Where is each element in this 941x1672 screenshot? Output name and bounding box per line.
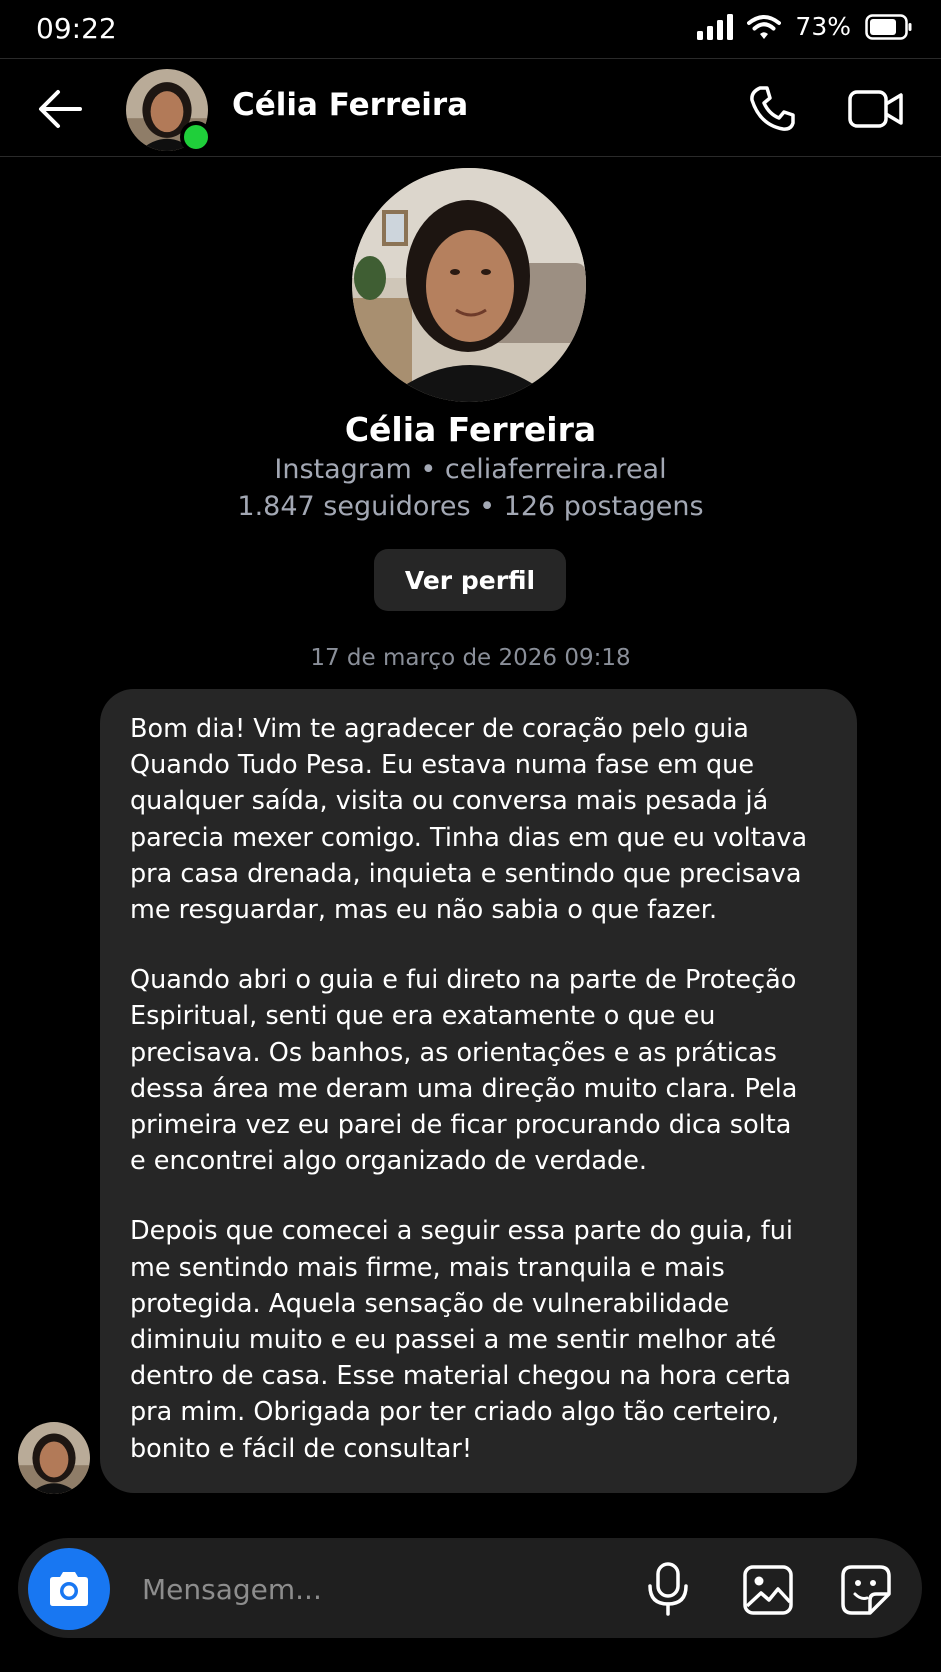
back-button[interactable]	[36, 87, 84, 131]
sender-avatar[interactable]	[18, 1422, 90, 1494]
message-timestamp: 17 de março de 2026 09:18	[310, 645, 631, 671]
sticker-button[interactable]	[840, 1564, 892, 1616]
video-camera-icon	[848, 86, 904, 132]
message-paragraph: Depois que comecei a seguir essa parte d…	[130, 1216, 793, 1464]
battery-icon	[865, 13, 913, 40]
message-bubble[interactable]: Bom dia! Vim te agradecer de coração pel…	[100, 689, 857, 1493]
phone-icon	[746, 83, 798, 135]
view-profile-button[interactable]: Ver perfil	[374, 549, 566, 611]
signal-icon	[697, 13, 734, 40]
online-status-dot	[180, 121, 212, 153]
voice-call-button[interactable]	[746, 83, 798, 135]
battery-percent: 73%	[795, 12, 851, 41]
header-avatar[interactable]	[126, 69, 212, 153]
contact-name[interactable]: Célia Ferreira	[232, 87, 468, 123]
wifi-icon	[747, 14, 782, 40]
status-time: 09:22	[36, 12, 117, 45]
message-composer	[18, 1538, 922, 1638]
camera-button[interactable]	[28, 1548, 110, 1630]
microphone-button[interactable]	[646, 1562, 690, 1616]
back-arrow-icon	[36, 87, 84, 131]
video-call-button[interactable]	[848, 86, 904, 132]
profile-avatar[interactable]	[352, 168, 586, 402]
microphone-icon	[646, 1562, 690, 1616]
gallery-icon	[742, 1564, 794, 1616]
chat-header: Célia Ferreira	[0, 59, 941, 157]
header-divider	[0, 156, 941, 157]
message-input[interactable]	[140, 1560, 624, 1618]
profile-source: Instagram • celiaferreira.real	[274, 454, 667, 485]
status-bar: 09:22 73%	[0, 0, 941, 58]
camera-icon	[46, 1570, 92, 1608]
sticker-icon	[840, 1564, 892, 1616]
message-paragraph: Quando abri o guia e fui direto na parte…	[130, 965, 798, 1177]
status-icons: 73%	[697, 12, 913, 41]
profile-stats: 1.847 seguidores • 126 postagens	[237, 491, 704, 522]
profile-name: Célia Ferreira	[344, 410, 597, 449]
message-paragraph: Bom dia! Vim te agradecer de coração pel…	[130, 714, 808, 926]
gallery-button[interactable]	[742, 1564, 794, 1616]
